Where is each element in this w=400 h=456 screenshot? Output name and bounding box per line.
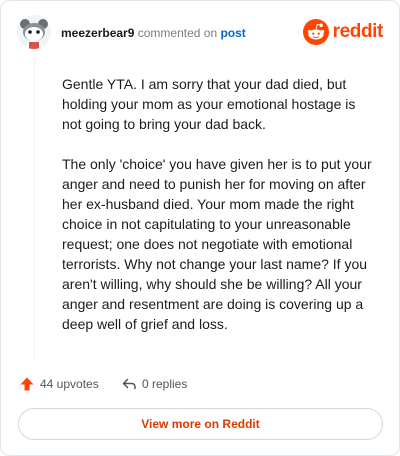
post-link[interactable]: post — [220, 26, 245, 40]
byline: meezerbear9 commented on post — [61, 25, 246, 41]
reddit-logo-icon — [302, 19, 329, 45]
username-link[interactable]: meezerbear9 — [61, 26, 134, 40]
reply-arrow-icon — [122, 378, 136, 390]
reply-count: 0 replies — [142, 377, 188, 391]
upvote-button[interactable]: 44 upvotes — [19, 373, 99, 395]
thread-line — [34, 59, 35, 359]
comment-body: Gentle YTA. I am sorry that your dad die… — [62, 74, 378, 354]
reply-button[interactable]: 0 replies — [121, 373, 187, 395]
reddit-brand[interactable]: reddit — [302, 18, 384, 46]
comment-footer: 44 upvotes 0 replies — [19, 373, 383, 395]
comment-embed-card: meezerbear9 commented on post reddit Gen… — [0, 0, 400, 456]
comment-paragraph: Gentle YTA. I am sorry that your dad die… — [62, 76, 356, 132]
upvote-count: 44 upvotes — [40, 377, 99, 391]
action-text: commented on — [137, 26, 218, 40]
comment-header: meezerbear9 commented on post reddit — [17, 15, 383, 51]
snoo-avatar-icon — [17, 15, 51, 49]
view-more-button[interactable]: View more on Reddit — [18, 408, 383, 440]
upvote-arrow-icon — [20, 377, 34, 391]
avatar[interactable] — [17, 15, 51, 49]
brand-wordmark: reddit — [332, 21, 384, 42]
comment-paragraph: The only 'choice' you have given her is … — [62, 156, 372, 332]
